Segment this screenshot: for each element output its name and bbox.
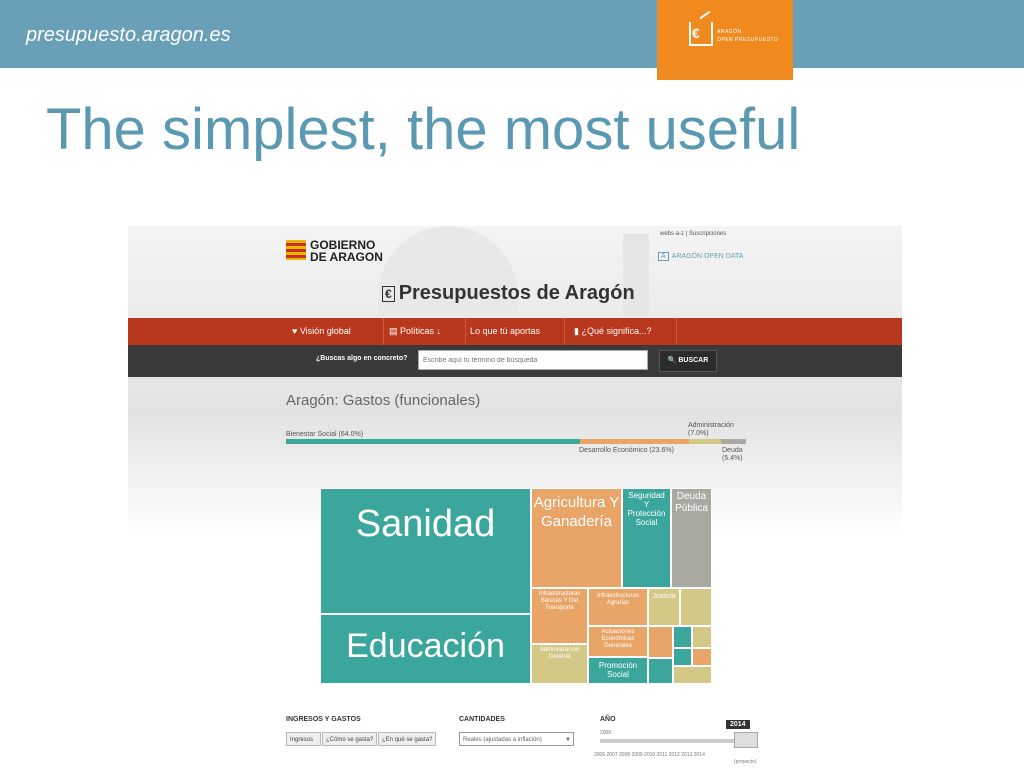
chart-title: Aragón: Gastos (funcionales) (286, 392, 481, 409)
aragon-flag-icon (286, 240, 306, 260)
logo-line2: OPEN PRESUPUESTO (717, 37, 779, 43)
dropdown-arrow-icon: ▼ (565, 737, 571, 743)
nav-politicas[interactable]: ▤ Políticas ↓ (383, 318, 466, 345)
summary-bar-bienestar[interactable] (286, 439, 581, 444)
year-slider-handle[interactable] (734, 732, 758, 748)
cantidades-select[interactable]: Reales (ajustadas a inflación) ▼ (459, 732, 574, 746)
year-start-label: 2006 (600, 730, 612, 736)
search-button[interactable]: 🔍 BUSCAR (659, 350, 717, 372)
treemap-small-orange[interactable] (648, 626, 673, 658)
ingresos-button[interactable]: Ingresos (286, 732, 321, 746)
presupuestos-screenshot: GOBIERNO DE ARAGON webs a-z | Suscripcion… (128, 226, 902, 768)
treemap-small-teal-2[interactable] (673, 648, 692, 666)
treemap-promocion[interactable]: Promoción Social (588, 657, 648, 684)
anio-heading: AÑO (600, 716, 616, 723)
euro-icon: € (692, 25, 700, 41)
top-links[interactable]: webs a-z | Suscripciones (660, 231, 726, 237)
treemap-small-olive[interactable] (680, 588, 712, 626)
main-nav: ♥ Visión global ▤ Políticas ↓ Lo que tú … (128, 318, 902, 345)
year-slider-track[interactable] (600, 739, 740, 743)
proyecto-label: (proyecto) (734, 759, 757, 765)
treemap: Sanidad Educación Agricultura Y Ganaderí… (320, 488, 712, 684)
nav-lo-que-aportas[interactable]: Lo que tú aportas (464, 318, 565, 345)
cantidades-heading: CANTIDADES (459, 716, 505, 723)
site-url[interactable]: presupuesto.aragon.es (26, 24, 231, 47)
summary-bar-desarrollo[interactable] (580, 439, 689, 444)
treemap-admin-general[interactable]: Administración General (531, 644, 588, 684)
treemap-small-olive-3[interactable] (673, 666, 712, 684)
treemap-actuaciones[interactable]: Actuaciones Económicas Generales (588, 626, 648, 657)
treemap-infra-agrarias[interactable]: Infraestructuras Agrarias (588, 588, 648, 626)
logo-line1: ARAGÓN (717, 29, 742, 35)
como-se-gasta-button[interactable]: ¿Cómo se gasta? (322, 732, 377, 746)
en-que-se-gasta-button[interactable]: ¿En qué se gasta? (378, 732, 436, 746)
treemap-deuda[interactable]: Deuda Pública (671, 488, 712, 588)
treemap-small-teal[interactable] (673, 626, 692, 648)
nav-vision-global[interactable]: ♥ Visión global (286, 318, 384, 345)
aod-letter: A (821, 30, 831, 45)
treemap-small-olive-2[interactable] (692, 626, 712, 648)
nav-que-significa[interactable]: ▮ ¿Qué significa...? (568, 318, 677, 345)
treemap-educacion[interactable]: Educación (320, 614, 531, 684)
treemap-small-teal-3[interactable] (648, 658, 673, 684)
label-administracion: Administración (7.0%) (688, 422, 734, 437)
treemap-infra-basicas[interactable]: Infraestructuras Básicas Y Del Transport… (531, 588, 588, 644)
treemap-sanidad[interactable]: Sanidad (320, 488, 531, 614)
year-ticks: 2006 2007 2008 2009 2010 2011 2012 2013 … (594, 752, 705, 758)
treemap-justicia[interactable]: Justicia (648, 588, 680, 626)
search-label: ¿Buscas algo en concreto? (316, 355, 408, 362)
summary-bar-deuda[interactable] (721, 439, 746, 444)
label-deuda: Deuda (5.4%) (722, 447, 743, 462)
treemap-small-orange-2[interactable] (692, 648, 712, 666)
ingresos-gastos-heading: INGRESOS Y GASTOS (286, 716, 361, 723)
year-selected-badge: 2014 (726, 720, 750, 729)
site-title[interactable]: € Presupuestos de Aragón (382, 282, 635, 305)
treemap-agricultura[interactable]: Agricultura Y Ganadería (531, 488, 622, 588)
search-input[interactable] (418, 350, 648, 370)
label-bienestar: Bienestar Social (64.0%) (286, 431, 364, 438)
summary-bar-administracion[interactable] (688, 439, 722, 444)
treemap-seguridad[interactable]: Seguridad Y Protección Social (622, 488, 671, 588)
euro-box-icon: € (382, 285, 395, 302)
mini-aod-logo[interactable]: A ARAGÓN OPEN DATA (658, 252, 743, 261)
aragon-open-presupuesto-logo[interactable]: € ARAGÓN OPEN PRESUPUESTO (657, 0, 793, 80)
search-bar: ¿Buscas algo en concreto? 🔍 BUSCAR (128, 345, 902, 377)
slide-title: The simplest, the most useful (46, 97, 801, 162)
label-desarrollo: Desarrollo Económico (23.6%) (579, 447, 674, 454)
aod-text: ARAGÓN OPEN DATA (854, 30, 1018, 47)
